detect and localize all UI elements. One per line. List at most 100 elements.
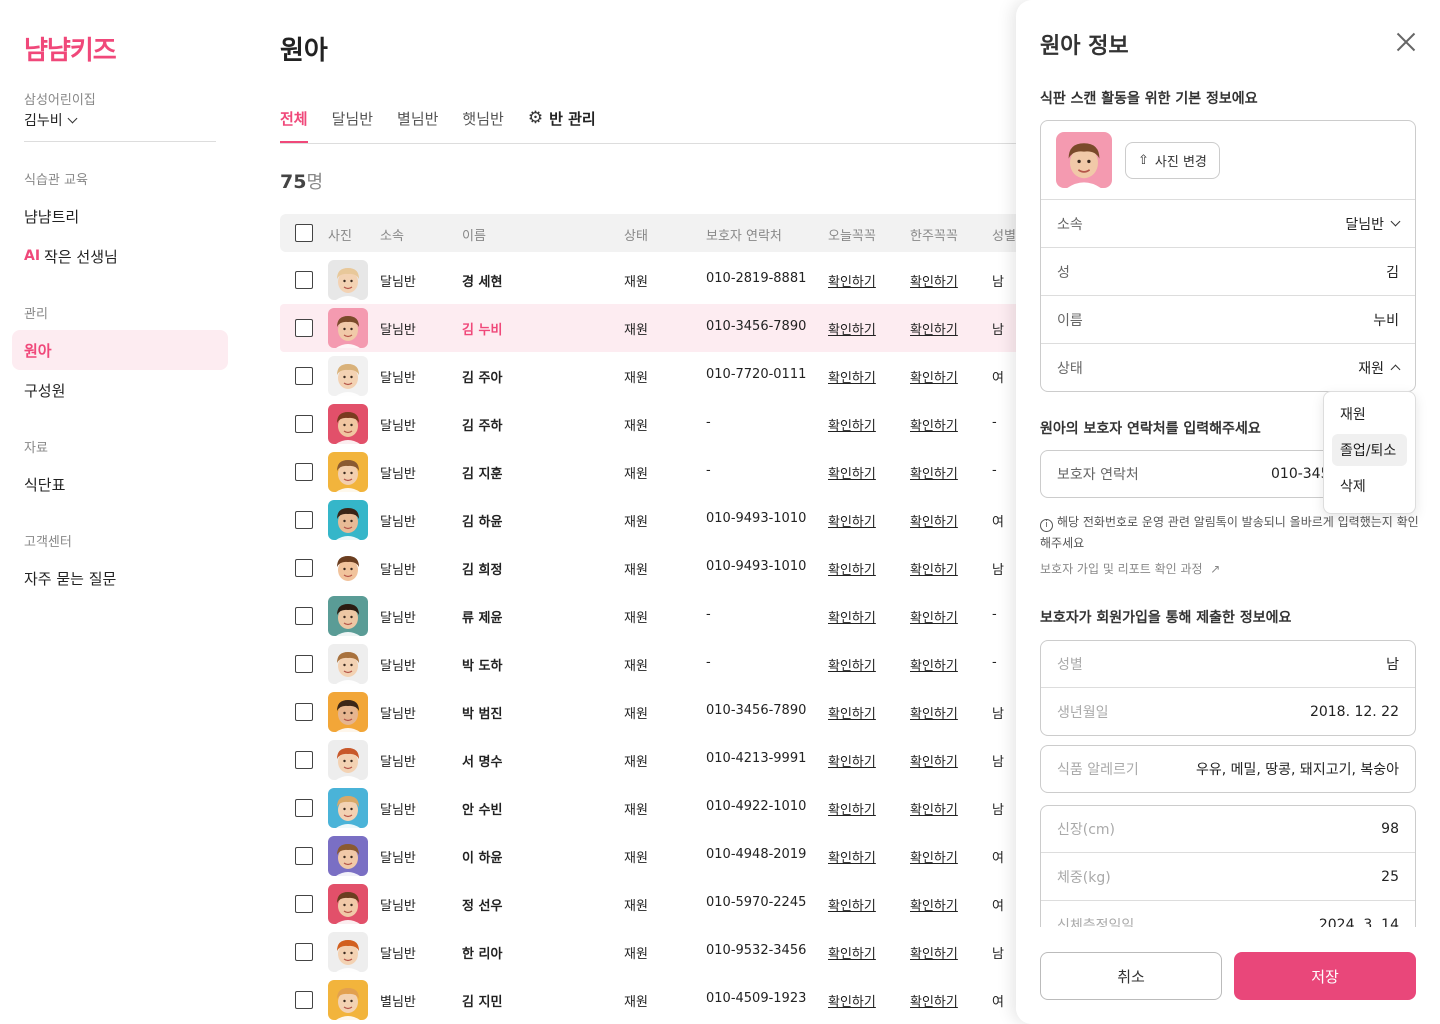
status-option-enrolled[interactable]: 재원 [1332, 398, 1407, 430]
week-check-link[interactable]: 확인하기 [910, 559, 958, 578]
row-checkbox[interactable] [295, 655, 313, 673]
sidebar-item-little-teacher[interactable]: AI 작은 선생님 [12, 236, 228, 276]
row-checkbox[interactable] [295, 463, 313, 481]
table-row[interactable]: 달님반 김 지훈 재원 - 확인하기 확인하기 - [280, 448, 1040, 496]
table-row[interactable]: 달님반 류 제윤 재원 - 확인하기 확인하기 - [280, 592, 1040, 640]
table-row[interactable]: 달님반 안 수빈 재원 010-4922-1010 확인하기 확인하기 남 [280, 784, 1040, 832]
sidebar-item-menu[interactable]: 식단표 [12, 464, 228, 504]
today-check-link[interactable]: 확인하기 [828, 319, 876, 338]
phone-cell: 010-2819-8881 [706, 271, 807, 286]
row-checkbox[interactable] [295, 847, 313, 865]
today-check-link[interactable]: 확인하기 [828, 367, 876, 386]
app-logo[interactable]: 냠냠키즈 [24, 30, 117, 67]
week-check-link[interactable]: 확인하기 [910, 895, 958, 914]
today-check-link[interactable]: 확인하기 [828, 991, 876, 1010]
today-check-link[interactable]: 확인하기 [828, 655, 876, 674]
class-cell: 달님반 [380, 659, 416, 674]
today-check-link[interactable]: 확인하기 [828, 943, 876, 962]
table-row[interactable]: 달님반 서 명수 재원 010-4213-9991 확인하기 확인하기 남 [280, 736, 1040, 784]
row-checkbox[interactable] [295, 703, 313, 721]
week-check-link[interactable]: 확인하기 [910, 367, 958, 386]
today-check-link[interactable]: 확인하기 [828, 895, 876, 914]
status-option-delete[interactable]: 삭제 [1332, 470, 1407, 502]
guardian-subtitle: 원아의 보호자 연락처를 입력해주세요 [1040, 421, 1261, 437]
week-check-link[interactable]: 확인하기 [910, 799, 958, 818]
today-check-link[interactable]: 확인하기 [828, 511, 876, 530]
tab-class-manage[interactable]: ⚙ 반 관리 [528, 108, 596, 141]
week-check-link[interactable]: 확인하기 [910, 847, 958, 866]
select-all-checkbox[interactable] [295, 224, 313, 242]
row-checkbox[interactable] [295, 319, 313, 337]
name-cell: 경 세현 [462, 275, 503, 290]
row-checkbox[interactable] [295, 751, 313, 769]
table-row[interactable]: 별님반 김 지민 재원 010-4509-1923 확인하기 확인하기 여 [280, 976, 1040, 1024]
today-check-link[interactable]: 확인하기 [828, 799, 876, 818]
guardian-guide-link[interactable]: 보호자 가입 및 리포트 확인 과정 ↗ [1040, 560, 1220, 577]
today-check-link[interactable]: 확인하기 [828, 751, 876, 770]
sidebar-item-members[interactable]: 구성원 [12, 370, 228, 410]
tab-moon[interactable]: 달님반 [332, 108, 373, 141]
field-class[interactable]: 소속 달님반 [1041, 199, 1415, 247]
today-check-link[interactable]: 확인하기 [828, 607, 876, 626]
row-checkbox[interactable] [295, 607, 313, 625]
today-check-link[interactable]: 확인하기 [828, 271, 876, 290]
row-checkbox[interactable] [295, 271, 313, 289]
page-title: 원아 [280, 36, 328, 66]
row-checkbox[interactable] [295, 943, 313, 961]
cancel-button[interactable]: 취소 [1040, 952, 1222, 1000]
today-check-link[interactable]: 확인하기 [828, 463, 876, 482]
close-icon[interactable] [1392, 28, 1420, 56]
week-check-link[interactable]: 확인하기 [910, 463, 958, 482]
table-row[interactable]: 달님반 박 범진 재원 010-3456-7890 확인하기 확인하기 남 [280, 688, 1040, 736]
table-row[interactable]: 달님반 김 주하 재원 - 확인하기 확인하기 - [280, 400, 1040, 448]
field-status[interactable]: 상태 재원 [1041, 343, 1415, 391]
field-first-name[interactable]: 이름 누비 [1041, 295, 1415, 343]
today-check-link[interactable]: 확인하기 [828, 703, 876, 722]
row-checkbox[interactable] [295, 559, 313, 577]
sidebar-item-faq[interactable]: 자주 묻는 질문 [12, 558, 228, 598]
today-check-link[interactable]: 확인하기 [828, 847, 876, 866]
today-check-link[interactable]: 확인하기 [828, 559, 876, 578]
photo-row: ⇧ 사진 변경 [1041, 121, 1415, 199]
row-checkbox[interactable] [295, 799, 313, 817]
field-last-name[interactable]: 성 김 [1041, 247, 1415, 295]
row-checkbox[interactable] [295, 895, 313, 913]
user-select[interactable]: 김누비 [24, 110, 78, 130]
row-checkbox[interactable] [295, 367, 313, 385]
table-row[interactable]: 달님반 김 누비 재원 010-3456-7890 확인하기 확인하기 남 [280, 304, 1040, 352]
week-check-link[interactable]: 확인하기 [910, 991, 958, 1010]
table-row[interactable]: 달님반 정 선우 재원 010-5970-2245 확인하기 확인하기 여 [280, 880, 1040, 928]
child-avatar [328, 260, 368, 300]
week-check-link[interactable]: 확인하기 [910, 319, 958, 338]
table-row[interactable]: 달님반 김 주아 재원 010-7720-0111 확인하기 확인하기 여 [280, 352, 1040, 400]
week-check-link[interactable]: 확인하기 [910, 751, 958, 770]
tab-all[interactable]: 전체 [280, 108, 308, 143]
save-button[interactable]: 저장 [1234, 952, 1416, 1000]
table-row[interactable]: 달님반 박 도하 재원 - 확인하기 확인하기 - [280, 640, 1040, 688]
week-check-link[interactable]: 확인하기 [910, 415, 958, 434]
week-check-link[interactable]: 확인하기 [910, 511, 958, 530]
table-row[interactable]: 달님반 김 희정 재원 010-9493-1010 확인하기 확인하기 남 [280, 544, 1040, 592]
row-checkbox[interactable] [295, 991, 313, 1009]
sidebar-item-tree[interactable]: 냠냠트리 [12, 196, 228, 236]
tab-sun[interactable]: 햇님반 [462, 108, 503, 141]
week-check-link[interactable]: 확인하기 [910, 655, 958, 674]
table-row[interactable]: 달님반 한 리아 재원 010-9532-3456 확인하기 확인하기 남 [280, 928, 1040, 976]
status-option-graduated[interactable]: 졸업/퇴소 [1332, 434, 1407, 466]
week-check-link[interactable]: 확인하기 [910, 607, 958, 626]
today-check-link[interactable]: 확인하기 [828, 415, 876, 434]
sidebar-item-children[interactable]: 원아 [12, 330, 228, 370]
table-row[interactable]: 달님반 이 하윤 재원 010-4948-2019 확인하기 확인하기 여 [280, 832, 1040, 880]
submitted-info-subtitle: 보호자가 회원가입을 통해 제출한 정보에요 [1040, 610, 1292, 626]
table-row[interactable]: 달님반 경 세현 재원 010-2819-8881 확인하기 확인하기 남 [280, 256, 1040, 304]
week-check-link[interactable]: 확인하기 [910, 271, 958, 290]
tab-star[interactable]: 별님반 [397, 108, 438, 141]
class-cell: 달님반 [380, 323, 416, 338]
week-check-link[interactable]: 확인하기 [910, 703, 958, 722]
sidebar-item-label: 작은 선생님 [44, 247, 118, 266]
row-checkbox[interactable] [295, 511, 313, 529]
change-photo-button[interactable]: ⇧ 사진 변경 [1125, 142, 1220, 179]
week-check-link[interactable]: 확인하기 [910, 943, 958, 962]
row-checkbox[interactable] [295, 415, 313, 433]
table-row[interactable]: 달님반 김 하윤 재원 010-9493-1010 확인하기 확인하기 여 [280, 496, 1040, 544]
